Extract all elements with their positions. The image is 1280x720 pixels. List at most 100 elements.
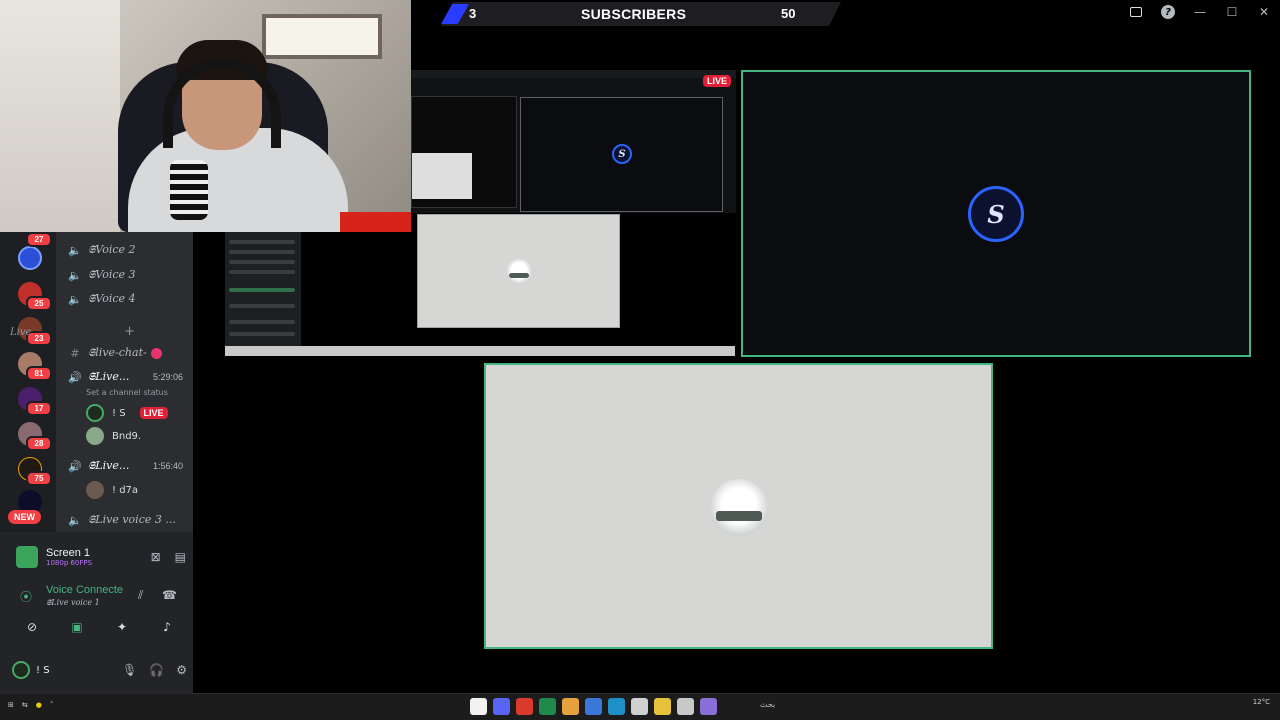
channel-name: 𝕾Voice 3 — [88, 268, 136, 281]
tray-icon[interactable]: ⇆ — [22, 701, 28, 709]
window-controls: ? — ☐ ✕ — [1120, 0, 1280, 24]
channel-live-3[interactable]: 🔈 𝕾Live voice 3 ... — [56, 509, 193, 531]
channel-status-prompt[interactable]: Set a channel status — [86, 388, 168, 397]
taskbar-search[interactable]: بحث — [760, 700, 775, 709]
category-live[interactable]: Live + — [10, 325, 135, 338]
server-badge-count: 17 — [26, 401, 52, 416]
tray-icon[interactable]: ● — [36, 701, 42, 709]
nested-gray-tile — [412, 153, 472, 199]
server-badge-count: 75 — [26, 471, 52, 486]
weather-temp[interactable]: 12°C — [1253, 698, 1270, 706]
speaker-icon: 🔈 — [68, 268, 82, 282]
soundboard-icon[interactable]: ♪ — [147, 616, 187, 638]
live-badge: LIVE — [139, 407, 168, 419]
start-icon[interactable] — [470, 698, 487, 715]
minimize-icon[interactable]: — — [1184, 0, 1216, 24]
headphones-icon[interactable]: 🎧 — [149, 663, 164, 677]
subscriber-current-count: 3 — [469, 6, 477, 21]
member-name: ! S — [112, 407, 126, 419]
tray-icon[interactable]: ⊞ — [8, 701, 14, 709]
channel-name: 𝕾Live... — [88, 370, 130, 383]
stream-tile-dark-small[interactable]: S — [520, 97, 723, 212]
nested-title-bar — [411, 70, 736, 78]
category-name: Live — [10, 327, 32, 338]
disconnect-icon[interactable]: ☎ — [162, 588, 177, 602]
voice-connected-title: Voice Connecte — [46, 584, 124, 596]
app-icon[interactable] — [516, 698, 533, 715]
new-unread-badge[interactable]: NEW — [8, 510, 41, 524]
channel-voice-3[interactable]: 🔈 𝕾Voice 3 — [56, 264, 193, 286]
microphone-icon[interactable]: 🎙 — [122, 663, 137, 677]
channel-voice-2[interactable]: 🔈 𝕾Voice 2 — [56, 239, 193, 261]
server-badge-count: 81 — [26, 366, 52, 381]
voice-connected-row: ⦿ Voice Connecte 𝕾Live voice 1 ⫽ ☎ — [20, 582, 185, 612]
popout-icon[interactable]: ▤ — [175, 550, 186, 564]
top-bar: 3 SUBSCRIBERS 50 ? — ☐ ✕ — [411, 0, 1280, 28]
channel-name: 𝕾Voice 2 — [88, 243, 136, 256]
stream-canvas: 3 SUBSCRIBERS 50 ? — ☐ ✕ LIVE S S 27 25 … — [0, 0, 1280, 720]
voice-member[interactable]: ! S LIVE — [86, 403, 168, 423]
webcam-red-object — [340, 212, 411, 232]
avatar[interactable] — [12, 661, 30, 679]
chevron-up-icon[interactable]: ˄ — [50, 701, 54, 709]
voice-member[interactable]: Bnd9. — [86, 426, 141, 446]
member-name: Bnd9. — [112, 430, 142, 442]
user-panel: ! S 🎙 🎧 ⚙ — [12, 656, 187, 684]
tray-left: ⊞ ⇆ ● ˄ — [8, 701, 53, 709]
server-logo-large-icon: S — [968, 186, 1024, 242]
subscriber-goal-count: 50 — [781, 6, 796, 21]
explorer-app-icon[interactable] — [654, 698, 671, 715]
stream-tile-light-large[interactable] — [484, 363, 993, 649]
app-icon[interactable] — [700, 698, 717, 715]
help-icon[interactable]: ? — [1152, 0, 1184, 24]
webcam-feed — [0, 0, 411, 232]
tray-right: 12°C — [1253, 698, 1270, 707]
stop-stream-icon[interactable]: ⊠ — [151, 550, 161, 564]
screen-quality: 1080p 60FPS — [46, 559, 93, 567]
add-channel-icon[interactable]: + — [124, 325, 135, 338]
hash-icon: # — [70, 346, 80, 360]
vscode-app-icon[interactable] — [585, 698, 602, 715]
share-screen-icon[interactable]: ▣ — [57, 616, 97, 638]
channel-live-2[interactable]: 🔊 𝕾Live... 1:56:40 — [56, 455, 193, 477]
channel-name: 𝕾Voice 4 — [88, 292, 136, 305]
screen-share-row[interactable]: Screen 1 1080p 60FPS ⊠ ▤ — [16, 542, 186, 572]
server-icon-s[interactable] — [18, 246, 42, 270]
app-icon[interactable] — [677, 698, 694, 715]
speaker-icon: 🔈 — [68, 243, 82, 257]
maximize-icon[interactable]: ☐ — [1216, 0, 1248, 24]
screen-share-icon — [16, 546, 38, 568]
chrome-app-icon[interactable] — [562, 698, 579, 715]
edge-app-icon[interactable] — [608, 698, 625, 715]
mini-discord-preview — [225, 232, 301, 347]
inbox-icon[interactable] — [1120, 0, 1152, 24]
signal-icon[interactable]: ⦿ — [20, 588, 32, 605]
voice-channel-name[interactable]: 𝕾Live voice 1 — [46, 598, 100, 608]
live-badge-preview: LIVE — [703, 75, 732, 87]
gear-icon[interactable]: ⚙ — [176, 663, 187, 677]
channel-timer: 5:29:06 — [152, 372, 183, 382]
microphone — [170, 160, 208, 220]
channel-voice-4[interactable]: 🔈 𝕾Voice 4 — [56, 288, 193, 310]
channel-name: 𝕾Live... — [88, 459, 130, 472]
store-app-icon[interactable] — [631, 698, 648, 715]
voice-action-buttons: ⊘ ▣ ✦ ♪ — [12, 616, 187, 642]
close-icon[interactable]: ✕ — [1248, 0, 1280, 24]
voice-member[interactable]: ! d7a — [86, 480, 138, 500]
airplane-avatar-large-icon — [710, 479, 768, 537]
stream-tile-dark-large[interactable]: S — [741, 70, 1251, 357]
stream-tile-light-small[interactable] — [417, 214, 620, 328]
member-name: ! d7a — [112, 484, 139, 496]
discord-app-icon[interactable] — [493, 698, 510, 715]
channel-live-chat[interactable]: # 𝕾live-chat- — [56, 342, 193, 364]
channel-live-1[interactable]: 🔊 𝕾Live... 5:29:06 — [56, 366, 193, 388]
avatar — [86, 427, 104, 445]
webcam-window — [262, 14, 382, 59]
mini-taskbar — [225, 346, 735, 356]
excel-app-icon[interactable] — [539, 698, 556, 715]
camera-off-icon[interactable]: ⊘ — [12, 616, 52, 638]
avatar — [86, 404, 104, 422]
server-badge-count: 27 — [26, 232, 52, 247]
noise-suppression-icon[interactable]: ⫽ — [138, 588, 143, 603]
activities-icon[interactable]: ✦ — [102, 616, 142, 638]
